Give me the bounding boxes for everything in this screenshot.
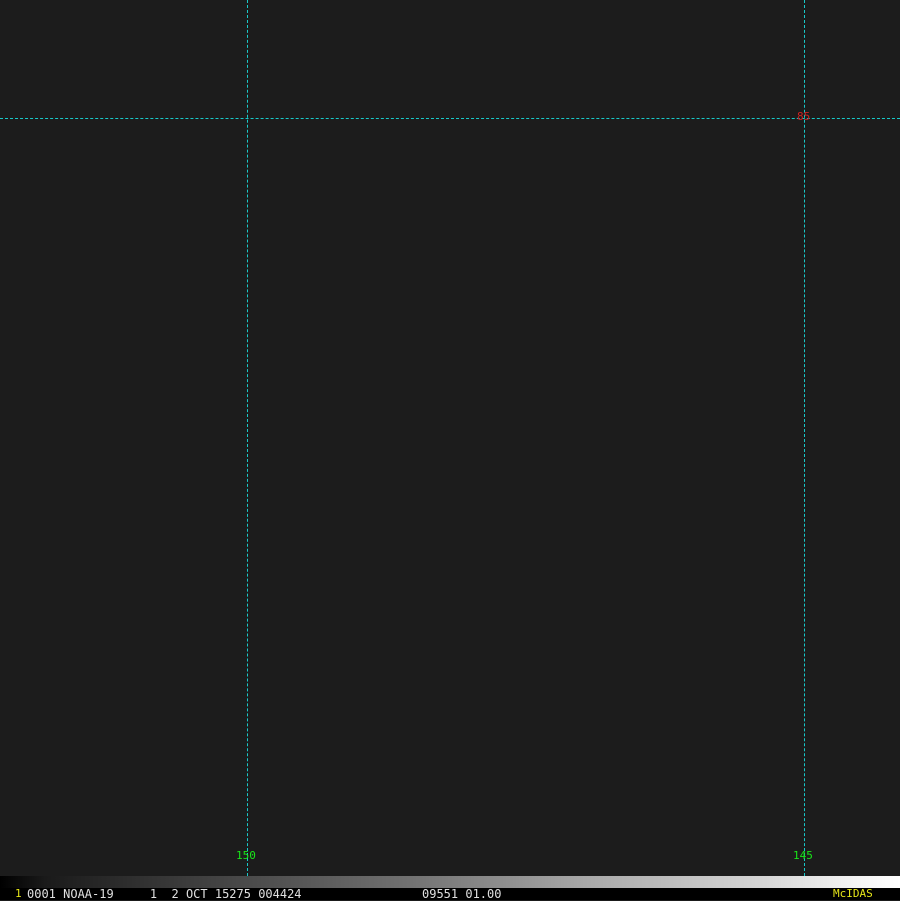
frame-number: 1 (15, 887, 22, 900)
longitude-line-150 (247, 0, 248, 876)
status-bar: 1 0001 NOAA-19 1 2 OCT 15275 004424 0955… (0, 888, 900, 900)
latitude-label-85: 85 (797, 110, 811, 123)
latitude-line-85 (0, 118, 900, 119)
image-info-left: 0001 NOAA-19 1 2 OCT 15275 004424 (27, 887, 302, 901)
longitude-label-150: 150 (236, 849, 256, 862)
mcidas-brand: McIDAS (833, 887, 873, 900)
image-info-right: 09551 01.00 (422, 887, 502, 901)
satellite-image-viewport[interactable]: 85 150 145 (0, 0, 900, 876)
longitude-label-145: 145 (793, 849, 813, 862)
longitude-line-145 (804, 0, 805, 876)
